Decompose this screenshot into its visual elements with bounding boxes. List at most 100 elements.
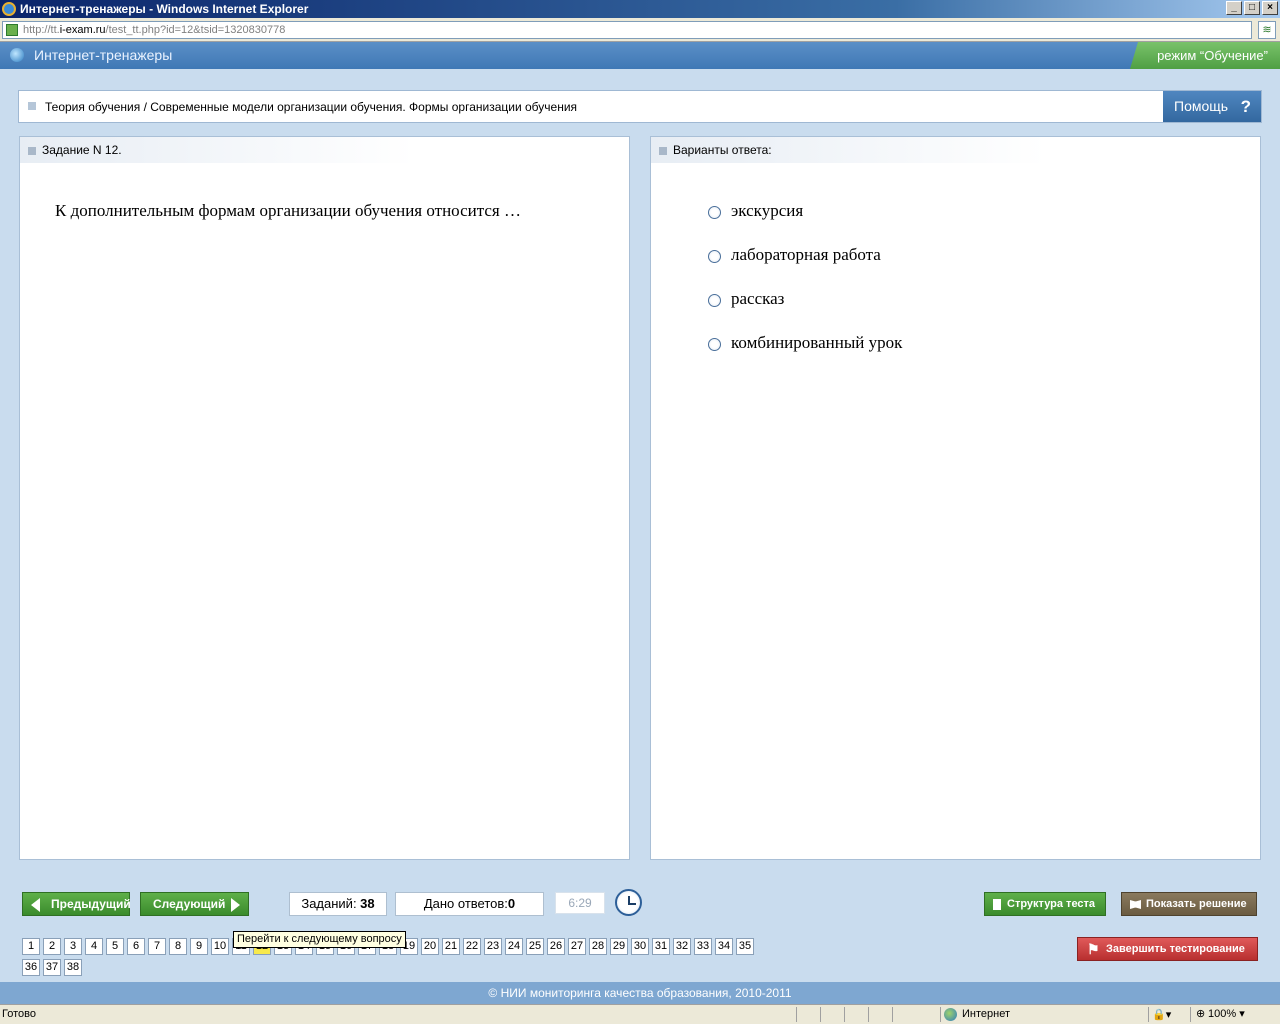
radio-button[interactable]	[708, 250, 721, 263]
page-number-button[interactable]: 32	[673, 938, 691, 955]
close-button[interactable]: ×	[1262, 1, 1278, 15]
mode-badge: режим “Обучение”	[1130, 42, 1280, 69]
internet-explorer-icon	[2, 2, 16, 16]
window-title-bar: Интернет-тренажеры - Windows Internet Ex…	[0, 0, 1280, 18]
page-number-button[interactable]: 37	[43, 959, 61, 976]
app-header: Интернет-тренажеры режим “Обучение”	[0, 42, 1280, 69]
page-number-button[interactable]: 1	[22, 938, 40, 955]
clock-icon	[615, 889, 642, 916]
page-icon	[6, 24, 18, 36]
page-number-button[interactable]: 36	[22, 959, 40, 976]
url-rest: /test_tt.php?id=12&tsid=1320830778	[105, 24, 286, 36]
radio-button[interactable]	[708, 206, 721, 219]
next-button[interactable]: Следующий	[140, 892, 249, 916]
compatibility-view-icon[interactable]: ≋	[1258, 21, 1276, 39]
answer-label[interactable]: комбинированный урок	[731, 333, 902, 353]
url-field[interactable]: http://tt.i-exam.ru/test_tt.php?id=12&ts…	[2, 21, 1252, 39]
breadcrumb: Теория обучения / Современные модели орг…	[18, 90, 1262, 123]
bullet-icon	[28, 147, 36, 155]
page-number-button[interactable]: 33	[694, 938, 712, 955]
page-number-button[interactable]: 4	[85, 938, 103, 955]
page-number-button[interactable]: 31	[652, 938, 670, 955]
book-icon	[1130, 900, 1141, 909]
answer-options: экскурсия лабораторная работа рассказ ко…	[708, 201, 902, 377]
magnifier-icon: ⊕	[1196, 1008, 1206, 1020]
answer-label[interactable]: лабораторная работа	[731, 245, 881, 265]
page-number-button[interactable]: 20	[421, 938, 439, 955]
page-number-button[interactable]: 24	[505, 938, 523, 955]
page-number-button[interactable]: 5	[106, 938, 124, 955]
answer-label[interactable]: экскурсия	[731, 201, 803, 221]
page-number-button[interactable]: 23	[484, 938, 502, 955]
page-number-button[interactable]: 6	[127, 938, 145, 955]
radio-button[interactable]	[708, 294, 721, 307]
arrow-left-icon	[31, 898, 40, 912]
page-number-button[interactable]: 34	[715, 938, 733, 955]
page-number-button[interactable]: 3	[64, 938, 82, 955]
page-number-button[interactable]: 2	[43, 938, 61, 955]
page-number-button[interactable]: 8	[169, 938, 187, 955]
window-controls: _ □ ×	[1226, 1, 1278, 15]
zoom-level: 100%	[1208, 1008, 1237, 1020]
page-number-button[interactable]: 28	[589, 938, 607, 955]
help-label: Помощь	[1174, 98, 1229, 114]
answer-option[interactable]: рассказ	[708, 289, 902, 333]
answer-option[interactable]: комбинированный урок	[708, 333, 902, 377]
window-title: Интернет-тренажеры - Windows Internet Ex…	[20, 2, 309, 16]
arrow-right-icon	[231, 898, 240, 912]
task-panel: Задание N 12. К дополнительным формам ор…	[19, 136, 630, 860]
url-prefix: http://tt.	[23, 24, 60, 36]
page-number-button[interactable]: 38	[64, 959, 82, 976]
answers-given-count: 0	[507, 896, 516, 911]
answer-option[interactable]: лабораторная работа	[708, 245, 902, 289]
bullet-icon	[659, 147, 667, 155]
zoom-control[interactable]: ⊕ 100% ▾	[1196, 1005, 1245, 1024]
tasks-label: Заданий:	[301, 896, 361, 911]
page-number-button[interactable]: 35	[736, 938, 754, 955]
question-text: К дополнительным формам организации обуч…	[55, 201, 521, 220]
security-zone[interactable]: Интернет	[944, 1005, 1010, 1024]
show-solution-button[interactable]: Показать решение	[1121, 892, 1257, 916]
document-icon	[993, 899, 1001, 910]
page-number-button[interactable]: 25	[526, 938, 544, 955]
status-divider	[1148, 1007, 1149, 1022]
radio-button[interactable]	[708, 338, 721, 351]
running-man-icon: ⚑	[1087, 941, 1100, 957]
page-number-button[interactable]: 22	[463, 938, 481, 955]
test-structure-button[interactable]: Структура теста	[984, 892, 1106, 916]
maximize-button[interactable]: □	[1244, 1, 1260, 15]
help-button[interactable]: Помощь ?	[1163, 91, 1261, 122]
breadcrumb-text: Теория обучения / Современные модели орг…	[45, 100, 578, 114]
page-number-button[interactable]: 7	[148, 938, 166, 955]
status-divider	[844, 1007, 845, 1022]
status-divider	[796, 1007, 797, 1022]
show-solution-label: Показать решение	[1146, 898, 1247, 910]
status-divider	[892, 1007, 893, 1022]
page-number-button[interactable]: 29	[610, 938, 628, 955]
page-number-button[interactable]: 26	[547, 938, 565, 955]
answer-option[interactable]: экскурсия	[708, 201, 902, 245]
footer-copyright: © НИИ мониторинга качества образования, …	[0, 982, 1280, 1004]
previous-label: Предыдущий	[51, 897, 131, 911]
previous-button[interactable]: Предыдущий	[22, 892, 131, 916]
answers-given-label: Дано ответов:	[423, 896, 508, 911]
timer: 6:29	[555, 892, 605, 914]
answers-count-box: Дано ответов:0	[395, 892, 544, 916]
page-number-button[interactable]: 9	[190, 938, 208, 955]
page-number-button[interactable]: 27	[568, 938, 586, 955]
minimize-button[interactable]: _	[1226, 1, 1242, 15]
answer-label[interactable]: рассказ	[731, 289, 784, 309]
finish-test-label: Завершить тестирование	[1106, 943, 1245, 955]
finish-test-button[interactable]: ⚑ Завершить тестирование	[1077, 937, 1258, 961]
page-number-button[interactable]: 30	[631, 938, 649, 955]
task-number: Задание N 12.	[42, 143, 122, 157]
protected-mode-icon[interactable]: 🔒▾	[1152, 1006, 1182, 1022]
bullet-icon	[28, 102, 36, 110]
status-bar: Готово Интернет 🔒▾ ⊕ 100% ▾	[0, 1004, 1280, 1024]
page-number-button[interactable]: 10	[211, 938, 229, 955]
status-divider	[820, 1007, 821, 1022]
status-text: Готово	[2, 1008, 36, 1020]
page-number-button[interactable]: 21	[442, 938, 460, 955]
address-bar: http://tt.i-exam.ru/test_tt.php?id=12&ts…	[0, 18, 1280, 42]
globe-icon	[944, 1008, 957, 1021]
